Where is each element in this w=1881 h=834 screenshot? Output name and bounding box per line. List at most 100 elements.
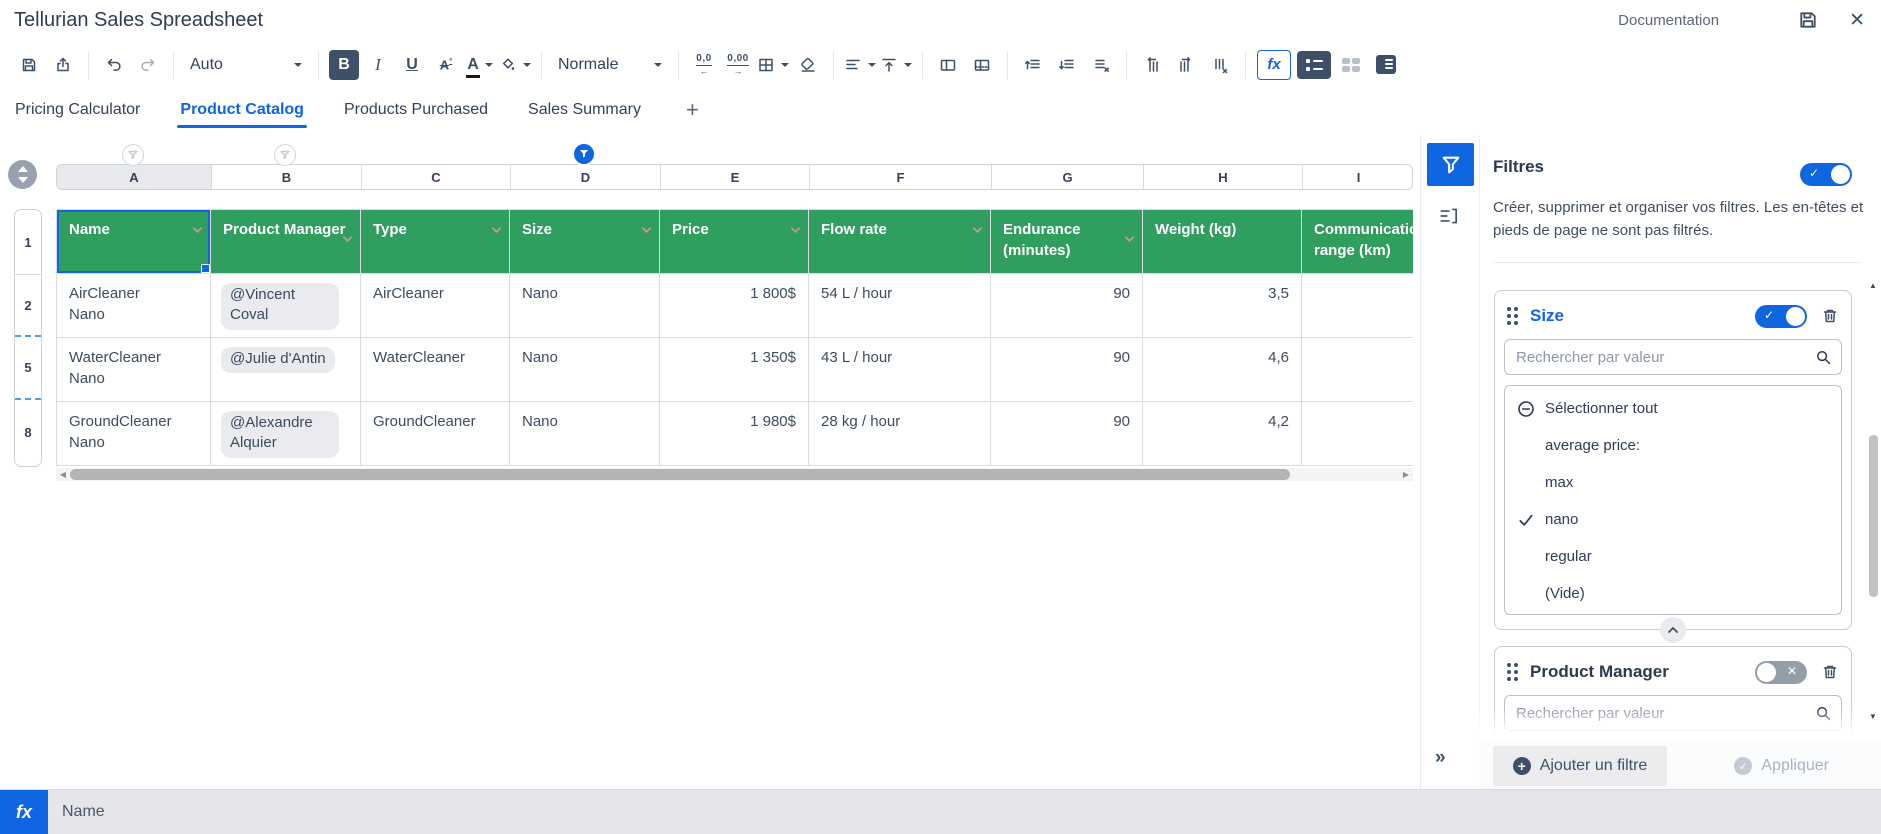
sort-chevron-icon[interactable]: [342, 235, 353, 243]
delete-filter-icon[interactable]: [1821, 663, 1839, 681]
filter-option-checked[interactable]: nano: [1505, 501, 1841, 538]
view-list-button[interactable]: [1376, 55, 1396, 74]
column-letter-d[interactable]: D: [510, 165, 660, 189]
documentation-link[interactable]: Documentation: [1618, 12, 1719, 29]
cell[interactable]: 1 800$: [660, 274, 809, 338]
selection-fill-handle[interactable]: [201, 264, 210, 273]
header-cell-product-manager[interactable]: Product Manager: [211, 210, 361, 274]
cell[interactable]: AirCleaner: [361, 274, 510, 338]
row-number-8[interactable]: 8: [15, 400, 41, 464]
insert-column-left-button[interactable]: [1137, 50, 1167, 80]
cell[interactable]: 3,5: [1143, 274, 1302, 338]
column-letter-c[interactable]: C: [361, 165, 510, 189]
cell[interactable]: 4,6: [1143, 338, 1302, 402]
cell[interactable]: [1302, 274, 1414, 338]
header-cell-communication-range[interactable]: Communication range (km): [1302, 210, 1414, 274]
underline-button[interactable]: U: [397, 50, 427, 80]
cell-style-select[interactable]: Normale: [550, 50, 670, 80]
column-letter-a[interactable]: A: [57, 165, 211, 189]
cell[interactable]: 1 980$: [660, 402, 809, 466]
column-filter-icon-a[interactable]: [122, 144, 144, 166]
filter-option[interactable]: max: [1505, 464, 1841, 501]
scroll-up-arrow[interactable]: ▲: [1867, 281, 1879, 290]
scrollbar-thumb[interactable]: [1869, 435, 1878, 597]
cell[interactable]: [1302, 402, 1414, 466]
cell[interactable]: @Alexandre Alquier: [211, 402, 361, 466]
row-number-5[interactable]: 5: [15, 337, 41, 400]
strikethrough-superscript-button[interactable]: A°: [431, 50, 461, 80]
view-grid-active-button[interactable]: [1297, 51, 1331, 79]
sort-chevron-icon[interactable]: [1124, 235, 1135, 243]
formula-value[interactable]: Name: [62, 803, 105, 821]
header-cell-price[interactable]: Price: [660, 210, 809, 274]
filters-panel-tab-active[interactable]: [1427, 143, 1474, 186]
merge-cells-button[interactable]: [933, 50, 963, 80]
header-cell-name[interactable]: Name: [57, 210, 211, 274]
drag-handle-icon[interactable]: [1507, 663, 1518, 681]
borders-button[interactable]: [757, 50, 789, 80]
scroll-right-arrow[interactable]: ▶: [1399, 468, 1413, 481]
column-letter-f[interactable]: F: [809, 165, 991, 189]
redo-button[interactable]: [133, 50, 163, 80]
column-letter-h[interactable]: H: [1143, 165, 1302, 189]
sort-chevron-icon[interactable]: [192, 226, 203, 234]
column-letter-g[interactable]: G: [991, 165, 1143, 189]
fx-icon[interactable]: fx: [0, 790, 48, 834]
scrollbar-track[interactable]: [70, 468, 1399, 481]
filter-option[interactable]: regular: [1505, 538, 1841, 575]
cell[interactable]: Nano: [510, 338, 660, 402]
filters-master-toggle[interactable]: ✓: [1800, 163, 1852, 186]
italic-button[interactable]: I: [363, 50, 393, 80]
text-color-button[interactable]: A: [465, 50, 495, 80]
filter-option-select-all[interactable]: Sélectionner tout: [1505, 390, 1841, 427]
font-select[interactable]: Auto: [182, 50, 310, 80]
scrollbar-thumb[interactable]: [70, 469, 1290, 480]
row-number-1[interactable]: 1: [15, 210, 41, 274]
filter-option[interactable]: average price:: [1505, 427, 1841, 464]
cell[interactable]: AirCleaner Nano: [57, 274, 211, 338]
row-number-2[interactable]: 2: [15, 274, 41, 337]
select-all-button[interactable]: [8, 160, 37, 189]
insert-row-above-button[interactable]: [1018, 50, 1048, 80]
tab-pricing-calculator[interactable]: Pricing Calculator: [14, 97, 141, 128]
sort-chevron-icon[interactable]: [790, 226, 801, 234]
decrease-decimal-button[interactable]: 0,0←: [689, 50, 719, 80]
column-filter-icon-b[interactable]: [274, 144, 296, 166]
close-icon[interactable]: ✕: [1849, 11, 1865, 30]
header-cell-size[interactable]: Size: [510, 210, 660, 274]
collapse-card-chevron[interactable]: [1660, 617, 1686, 643]
increase-decimal-button[interactable]: 0,00→: [723, 50, 753, 80]
undo-button[interactable]: [99, 50, 129, 80]
apply-button[interactable]: ✓ Appliquer: [1728, 746, 1835, 786]
search-icon[interactable]: [1815, 349, 1832, 366]
cell[interactable]: WaterCleaner: [361, 338, 510, 402]
cell[interactable]: 28 kg / hour: [809, 402, 991, 466]
delete-column-button[interactable]: [1205, 50, 1235, 80]
search-icon[interactable]: [1815, 705, 1832, 722]
search-input[interactable]: [1505, 705, 1815, 722]
column-filter-icon-d-active[interactable]: [572, 142, 596, 166]
header-cell-endurance[interactable]: Endurance (minutes): [991, 210, 1143, 274]
cell[interactable]: GroundCleaner Nano: [57, 402, 211, 466]
panel-list-tab[interactable]: [1434, 201, 1464, 231]
formula-fx-toggle-button[interactable]: fx: [1257, 50, 1291, 80]
header-cell-flow-rate[interactable]: Flow rate: [809, 210, 991, 274]
column-letter-i[interactable]: I: [1302, 165, 1413, 189]
merge-across-button[interactable]: [967, 50, 997, 80]
delete-row-button[interactable]: [1086, 50, 1116, 80]
add-filter-button[interactable]: + Ajouter un filtre: [1493, 746, 1667, 786]
horizontal-align-button[interactable]: [844, 50, 876, 80]
filter-option[interactable]: (Vide): [1505, 575, 1841, 612]
insert-column-right-button[interactable]: [1171, 50, 1201, 80]
cell[interactable]: 90: [991, 338, 1143, 402]
sort-chevron-icon[interactable]: [972, 226, 983, 234]
header-cell-type[interactable]: Type: [361, 210, 510, 274]
header-cell-weight[interactable]: Weight (kg): [1143, 210, 1302, 274]
column-letter-e[interactable]: E: [660, 165, 809, 189]
sort-chevron-icon[interactable]: [491, 226, 502, 234]
column-letter-b[interactable]: B: [211, 165, 361, 189]
insert-row-below-button[interactable]: [1052, 50, 1082, 80]
cell[interactable]: [1302, 338, 1414, 402]
tab-product-catalog[interactable]: Product Catalog: [179, 97, 305, 128]
cell[interactable]: @Vincent Coval: [211, 274, 361, 338]
